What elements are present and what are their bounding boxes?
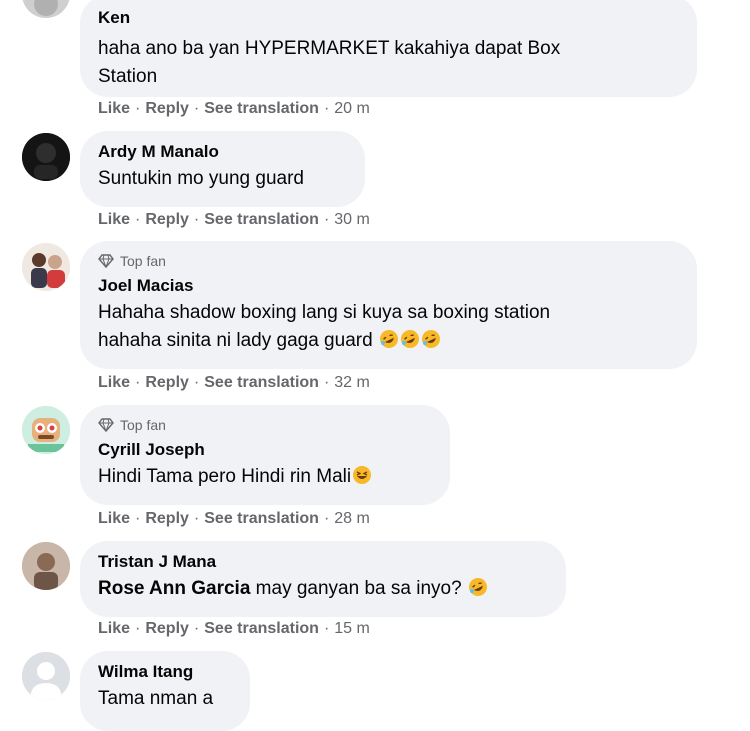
avatar[interactable] xyxy=(22,0,70,18)
comment-actions: Like · Reply · See translation · 28 m xyxy=(98,510,370,528)
separator: · xyxy=(323,510,330,527)
avatar[interactable] xyxy=(22,133,70,181)
separator: · xyxy=(193,510,200,527)
comment-text: Hahaha shadow boxing lang si kuya sa box… xyxy=(98,302,551,351)
separator: · xyxy=(323,374,330,391)
comment-actions: Like · Reply · See translation · 30 m xyxy=(98,211,370,229)
diamond-icon xyxy=(98,418,114,433)
user-avatar-icon xyxy=(22,133,70,181)
reply-button[interactable]: Reply xyxy=(145,510,189,528)
reply-button[interactable]: Reply xyxy=(145,100,189,118)
separator: · xyxy=(135,510,141,527)
comment-text: Hindi Tama pero Hindi rin Mali xyxy=(98,463,430,491)
comment-timestamp[interactable]: 28 m xyxy=(334,510,370,528)
avatar[interactable] xyxy=(22,406,70,454)
cartoon-avatar-icon xyxy=(22,406,70,454)
comment-author[interactable]: Ken xyxy=(98,7,677,29)
reply-button[interactable]: Reply xyxy=(145,211,189,229)
avatar[interactable] xyxy=(22,652,70,700)
separator: · xyxy=(193,100,200,117)
comment-bubble: Ken haha ano ba yan HYPERMARKET kakahiya… xyxy=(80,0,697,97)
comment-timestamp[interactable]: 20 m xyxy=(334,100,370,118)
default-avatar-icon xyxy=(22,652,70,700)
comment-bubble: Top fan Joel Macias Hahaha shadow boxing… xyxy=(80,241,697,369)
comment-timestamp[interactable]: 15 m xyxy=(334,620,370,638)
separator: · xyxy=(135,211,141,228)
avatar[interactable] xyxy=(22,243,70,291)
separator: · xyxy=(193,620,200,637)
comment-bubble: Tristan J Mana Rose Ann Garcia may ganya… xyxy=(80,541,566,617)
comment-text: Rose Ann Garcia may ganyan ba sa inyo? xyxy=(98,575,546,603)
like-button[interactable]: Like xyxy=(98,374,130,392)
rofl-emoji-icon xyxy=(421,330,440,348)
see-translation-link[interactable]: See translation xyxy=(204,374,319,392)
separator: · xyxy=(323,211,330,228)
like-button[interactable]: Like xyxy=(98,100,130,118)
comment-actions: Like · Reply · See translation · 20 m xyxy=(98,100,370,118)
comment-actions: Like · Reply · See translation · 32 m xyxy=(98,374,370,392)
rofl-emoji-icon xyxy=(468,578,487,596)
separator: · xyxy=(193,374,200,391)
comment-author[interactable]: Cyrill Joseph xyxy=(98,439,430,461)
comment-author[interactable]: Ardy M Manalo xyxy=(98,141,345,163)
reply-button[interactable]: Reply xyxy=(145,374,189,392)
laughing-emoji-icon xyxy=(353,466,372,484)
comment-text: haha ano ba yan HYPERMARKET kakahiya dap… xyxy=(98,38,561,87)
separator: · xyxy=(135,374,141,391)
like-button[interactable]: Like xyxy=(98,620,130,638)
comment-bubble: Ardy M Manalo Suntukin mo yung guard xyxy=(80,131,365,207)
comment-author[interactable]: Wilma Itang xyxy=(98,661,230,683)
reply-button[interactable]: Reply xyxy=(145,620,189,638)
separator: · xyxy=(193,211,200,228)
user-avatar-icon xyxy=(22,0,70,18)
like-button[interactable]: Like xyxy=(98,211,130,229)
avatar[interactable] xyxy=(22,542,70,590)
comment-bubble: Top fan Cyrill Joseph Hindi Tama pero Hi… xyxy=(80,405,450,505)
like-button[interactable]: Like xyxy=(98,510,130,528)
comment-actions: Like · Reply · See translation · 15 m xyxy=(98,620,370,638)
top-fan-badge: Top fan xyxy=(98,415,430,435)
comment-bubble: Wilma Itang Tama nman a xyxy=(80,651,250,731)
top-fan-badge: Top fan xyxy=(98,251,677,271)
see-translation-link[interactable]: See translation xyxy=(204,100,319,118)
separator: · xyxy=(323,100,330,117)
user-avatar-icon xyxy=(22,542,70,590)
see-translation-link[interactable]: See translation xyxy=(204,211,319,229)
rofl-emoji-icon xyxy=(379,330,398,348)
comment-author[interactable]: Tristan J Mana xyxy=(98,551,546,573)
separator: · xyxy=(135,100,141,117)
comment-timestamp[interactable]: 32 m xyxy=(334,374,370,392)
user-avatar-icon xyxy=(22,243,70,291)
comment-author[interactable]: Joel Macias xyxy=(98,275,677,297)
see-translation-link[interactable]: See translation xyxy=(204,620,319,638)
diamond-icon xyxy=(98,254,114,269)
comment-text: Tama nman a xyxy=(98,688,214,709)
mentioned-user-link[interactable]: Rose Ann Garcia xyxy=(98,578,250,599)
rofl-emoji-icon xyxy=(400,330,419,348)
comment-text: Suntukin mo yung guard xyxy=(98,168,304,189)
separator: · xyxy=(135,620,141,637)
separator: · xyxy=(323,620,330,637)
see-translation-link[interactable]: See translation xyxy=(204,510,319,528)
comment-timestamp[interactable]: 30 m xyxy=(334,211,370,229)
